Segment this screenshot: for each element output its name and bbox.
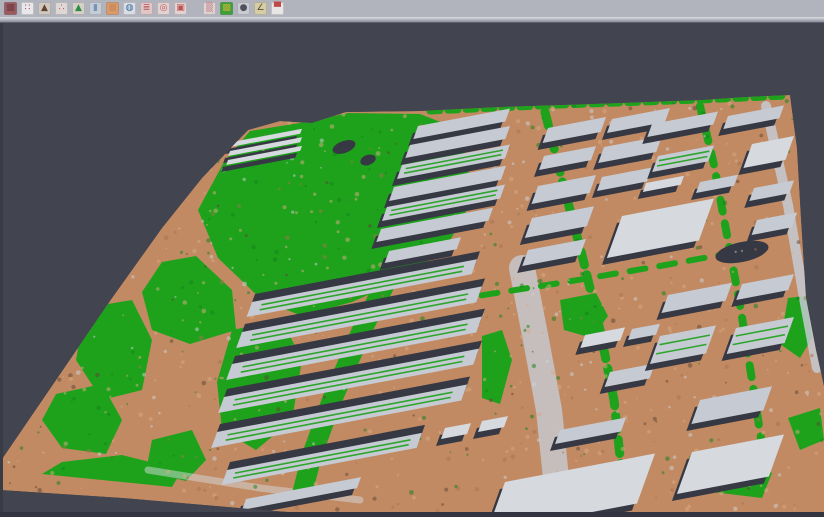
noise-filter-icon[interactable]: ▒ — [203, 2, 216, 15]
orthophoto-icon[interactable]: ■ — [106, 2, 119, 15]
dem-icon[interactable]: ▲ — [72, 2, 85, 15]
pick-center-icon[interactable]: ◎ — [157, 2, 170, 15]
mesh-icon[interactable]: ● — [237, 2, 250, 15]
toolbar: ▩ ∷ ▲ ∴ ▲ ▮ ■ ◍ ≣ ◎ ▣ ▒ ▩ ● ∠ ▀ — [0, 0, 824, 17]
globe-icon[interactable]: ◍ — [123, 2, 136, 15]
stacked-layers-icon[interactable]: ≣ — [140, 2, 153, 15]
application-window: ▩ ∷ ▲ ∴ ▲ ▮ ■ ◍ ≣ ◎ ▣ ▒ ▩ ● ∠ ▀ — [0, 0, 824, 517]
profile-icon[interactable]: ▮ — [89, 2, 102, 15]
flag-icon[interactable]: ▀ — [271, 2, 284, 15]
window-bottom-edge — [0, 512, 824, 517]
classification-icon[interactable]: ▩ — [220, 2, 233, 15]
terrain-model-icon[interactable]: ▲ — [38, 2, 51, 15]
measure-icon[interactable]: ∠ — [254, 2, 267, 15]
sample-points-icon[interactable]: ∴ — [55, 2, 68, 15]
terrain-mesh — [0, 94, 824, 517]
3d-viewport[interactable] — [0, 23, 824, 517]
point-cloud-icon[interactable]: ▩ — [4, 2, 17, 15]
terrain-scene — [0, 23, 824, 517]
crop-box-icon[interactable]: ▣ — [174, 2, 187, 15]
point-picking-icon[interactable]: ∷ — [21, 2, 34, 15]
window-left-edge — [0, 23, 3, 517]
